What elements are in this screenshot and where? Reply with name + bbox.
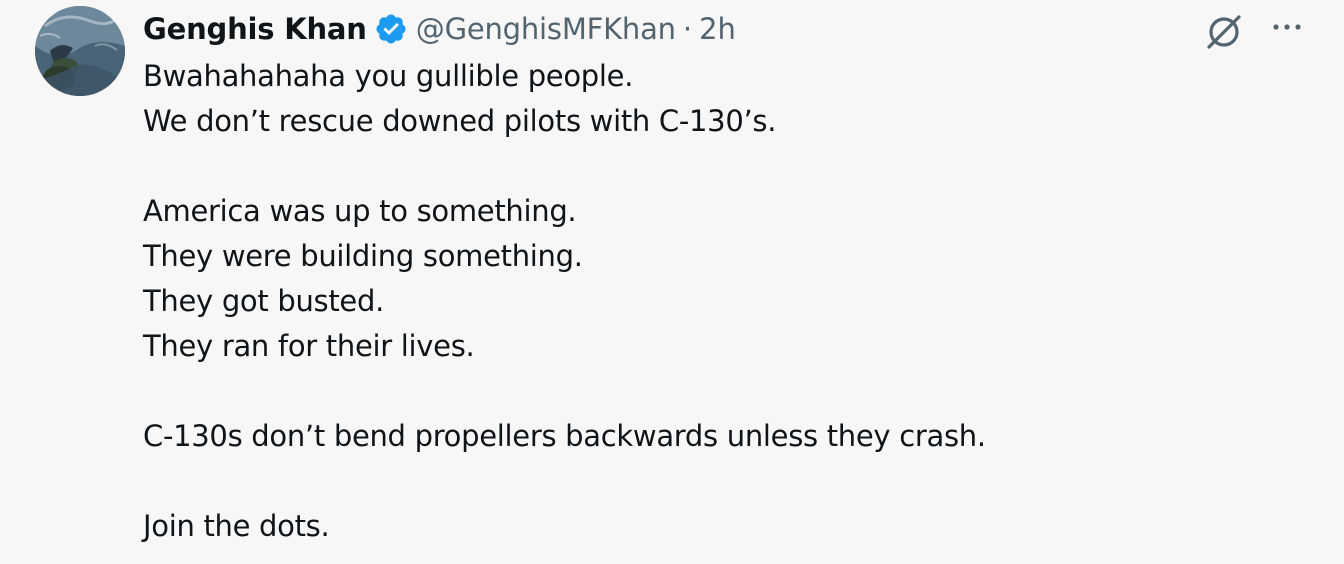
tweet-line: They were building something. [143, 239, 583, 273]
author-handle[interactable]: @GenghisMFKhan [416, 12, 676, 46]
verified-badge-icon[interactable] [374, 12, 408, 46]
tweet[interactable]: Genghis Khan @GenghisMFKhan · 2h Bwahaha… [0, 0, 1344, 564]
tweet-line: America was up to something. [143, 194, 577, 228]
tweet-line-break [143, 459, 1283, 504]
grok-icon[interactable] [1204, 12, 1244, 52]
tweet-line: We don’t rescue downed pilots with C-130… [143, 104, 777, 138]
more-icon[interactable] [1267, 13, 1307, 41]
tweet-line: They ran for their lives. [143, 329, 475, 363]
avatar-image [35, 6, 125, 96]
tweet-header: Genghis Khan @GenghisMFKhan · 2h [143, 8, 736, 50]
tweet-line: Join the dots. [143, 509, 330, 543]
tweet-line: Bwahahahaha you gullible people. [143, 59, 634, 93]
timestamp[interactable]: 2h [699, 12, 736, 46]
tweet-line-break [143, 369, 1283, 414]
tweet-line-break [143, 144, 1283, 189]
tweet-line: They got busted. [143, 284, 384, 318]
avatar[interactable] [35, 6, 125, 96]
author-name[interactable]: Genghis Khan [143, 12, 367, 46]
tweet-text: Bwahahahaha you gullible people. We don’… [143, 54, 1283, 549]
separator-dot: · [682, 12, 693, 46]
tweet-line: C-130s don’t bend propellers backwards u… [143, 419, 986, 453]
